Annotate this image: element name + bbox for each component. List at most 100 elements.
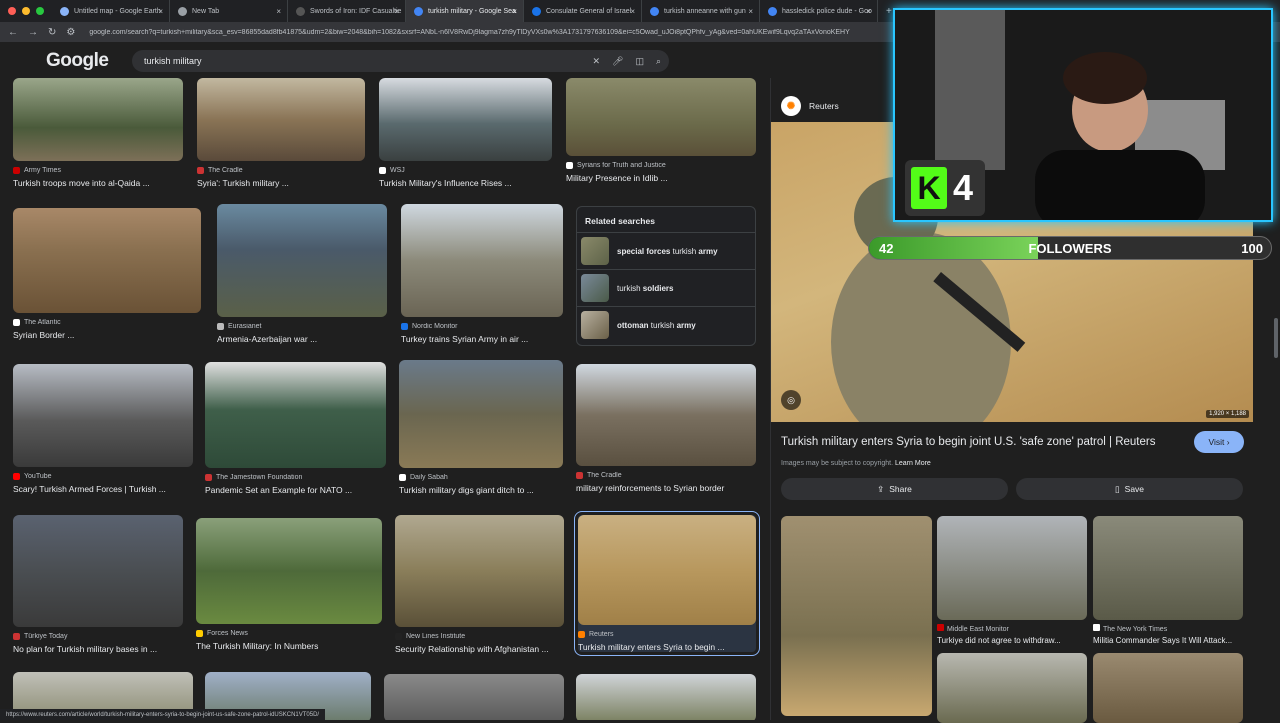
result-image[interactable] [196, 518, 382, 624]
result-title[interactable]: Pandemic Set an Example for NATO ... [205, 485, 386, 495]
save-button[interactable]: ▯ Save [1016, 478, 1243, 500]
result-title[interactable]: Scary! Turkish Armed Forces | Turkish ..… [13, 484, 193, 494]
result-title[interactable]: military reinforcements to Syrian border [576, 483, 756, 493]
reload-icon[interactable]: ↻ [48, 27, 56, 38]
back-icon[interactable]: ← [8, 27, 18, 38]
result-card[interactable]: The Atlantic Syrian Border ... [13, 208, 201, 340]
close-icon[interactable]: × [866, 7, 871, 16]
close-icon[interactable]: × [630, 7, 635, 16]
result-title[interactable]: Military Presence in Idlib ... [566, 173, 756, 183]
similar-image[interactable] [1093, 653, 1243, 723]
result-card[interactable]: The Cradle Syria': Turkish military ... [197, 78, 365, 188]
result-image[interactable] [205, 362, 386, 468]
result-card[interactable]: Nordic Monitor Turkey trains Syrian Army… [401, 204, 563, 344]
camera-icon[interactable]: ◫ [635, 56, 644, 67]
result-title[interactable]: Armenia-Azerbaijan war ... [217, 334, 387, 344]
similar-source-name: Middle East Monitor [947, 626, 1009, 633]
result-image[interactable] [576, 364, 756, 466]
visit-button[interactable]: Visit › [1194, 431, 1244, 453]
result-title[interactable]: Security Relationship with Afghanistan .… [395, 644, 564, 654]
result-card[interactable]: Eurasianet Armenia-Azerbaijan war ... [217, 204, 387, 344]
new-tab-button[interactable]: + [878, 6, 892, 17]
site-settings-icon[interactable]: ⚙ [66, 27, 75, 38]
result-image[interactable] [13, 364, 193, 467]
forward-icon[interactable]: → [28, 27, 38, 38]
similar-image[interactable] [1093, 516, 1243, 620]
close-icon[interactable]: × [276, 7, 281, 16]
close-icon[interactable]: × [158, 7, 163, 16]
result-image[interactable] [578, 515, 756, 625]
tab-swords-of-iron[interactable]: Swords of Iron: IDF Casualtie × [288, 0, 406, 22]
related-item-special-forces[interactable]: special forces turkish army [577, 232, 755, 269]
close-icon[interactable]: × [748, 7, 753, 16]
close-icon[interactable]: × [394, 7, 399, 16]
tab-consulate[interactable]: Consulate General of Israel × [524, 0, 642, 22]
result-card[interactable]: The Jamestown Foundation Pandemic Set an… [205, 362, 386, 495]
similar-title[interactable]: Militia Commander Says It Will Attack... [1093, 636, 1248, 645]
result-card[interactable]: WSJ Turkish Military's Influence Rises .… [379, 78, 552, 188]
search-header: Google turkish military ✕ 🎤︎ ◫ ⌕ [0, 42, 770, 78]
result-image[interactable] [576, 674, 756, 720]
result-title[interactable]: Turkish Military's Influence Rises ... [379, 178, 552, 188]
search-input[interactable]: turkish military [144, 56, 202, 66]
result-title[interactable]: Turkish military digs giant ditch to ... [399, 485, 563, 495]
search-box[interactable]: turkish military ✕ 🎤︎ ◫ ⌕ [132, 50, 669, 72]
close-window-button[interactable] [8, 7, 16, 15]
result-image[interactable] [197, 78, 365, 161]
result-title[interactable]: Turkish troops move into al-Qaida ... [13, 178, 183, 188]
result-title[interactable]: Syrian Border ... [13, 330, 201, 340]
tab-turkish-military[interactable]: turkish military - Google Sea × [406, 0, 524, 22]
result-image[interactable] [379, 78, 552, 161]
result-image[interactable] [13, 78, 183, 161]
result-card[interactable] [384, 674, 564, 720]
google-logo[interactable]: Google [46, 50, 109, 72]
share-button[interactable]: ⇪ Share [781, 478, 1008, 500]
result-card[interactable]: Army Times Turkish troops move into al-Q… [13, 78, 183, 188]
result-image[interactable] [399, 360, 563, 468]
maximize-window-button[interactable] [36, 7, 44, 15]
result-title[interactable]: Turkish military enters Syria to begin .… [578, 642, 756, 652]
result-card[interactable]: New Lines Institute Security Relationshi… [395, 515, 564, 654]
preview-title[interactable]: Turkish military enters Syria to begin j… [781, 436, 1155, 448]
tab-google-earth[interactable]: Untitled map - Google Earth × [52, 0, 170, 22]
result-image[interactable] [395, 515, 564, 627]
similar-image[interactable] [781, 516, 932, 716]
learn-more-link[interactable]: Learn More [895, 460, 931, 467]
similar-image[interactable] [937, 516, 1087, 620]
result-card[interactable]: Syrians for Truth and Justice Military P… [566, 78, 756, 183]
lens-icon[interactable]: ◎ [781, 390, 801, 410]
search-icon[interactable]: ⌕ [656, 56, 661, 67]
clear-icon[interactable]: ✕ [592, 56, 600, 67]
similar-image[interactable] [937, 653, 1087, 723]
preview-source[interactable]: ✺ Reuters [781, 96, 839, 116]
related-item-soldiers[interactable]: turkish soldiers [577, 269, 755, 306]
result-card[interactable] [576, 674, 756, 720]
tab-new-tab[interactable]: New Tab × [170, 0, 288, 22]
result-image[interactable] [13, 515, 183, 627]
similar-title[interactable]: Turkiye did not agree to withdraw... [937, 636, 1087, 645]
result-image[interactable] [384, 674, 564, 720]
result-image[interactable] [217, 204, 387, 317]
result-card-selected[interactable]: Reuters Turkish military enters Syria to… [574, 511, 760, 656]
result-image[interactable] [13, 208, 201, 313]
result-image[interactable] [566, 78, 756, 156]
result-title[interactable]: Syria': Turkish military ... [197, 178, 365, 188]
result-title[interactable]: The Turkish Military: In Numbers [196, 641, 382, 651]
image-dimensions: 1,920 × 1,188 [1206, 410, 1249, 418]
related-item-ottoman[interactable]: ottoman turkish army [577, 306, 755, 343]
result-card[interactable]: Türkiye Today No plan for Turkish milita… [13, 515, 183, 654]
result-title[interactable]: Turkey trains Syrian Army in air ... [401, 334, 563, 344]
result-card[interactable]: The Cradle military reinforcements to Sy… [576, 364, 756, 493]
result-card[interactable]: Forces News The Turkish Military: In Num… [196, 518, 382, 651]
result-card[interactable]: YouTube Scary! Turkish Armed Forces | Tu… [13, 364, 193, 494]
microphone-icon[interactable]: 🎤︎ [612, 56, 623, 67]
minimize-window-button[interactable] [22, 7, 30, 15]
result-title[interactable]: No plan for Turkish military bases in ..… [13, 644, 183, 654]
url-field[interactable]: google.com/search?q=turkish+military&sca… [89, 29, 909, 36]
panel-scrollbar[interactable] [1274, 318, 1278, 358]
result-card[interactable]: Daily Sabah Turkish military digs giant … [399, 360, 563, 495]
close-icon[interactable]: × [512, 7, 517, 16]
tab-hassledick[interactable]: hassledick police dude - Goo × [760, 0, 878, 22]
result-image[interactable] [401, 204, 563, 317]
tab-anneanne[interactable]: turkish anneanne with gun × [642, 0, 760, 22]
